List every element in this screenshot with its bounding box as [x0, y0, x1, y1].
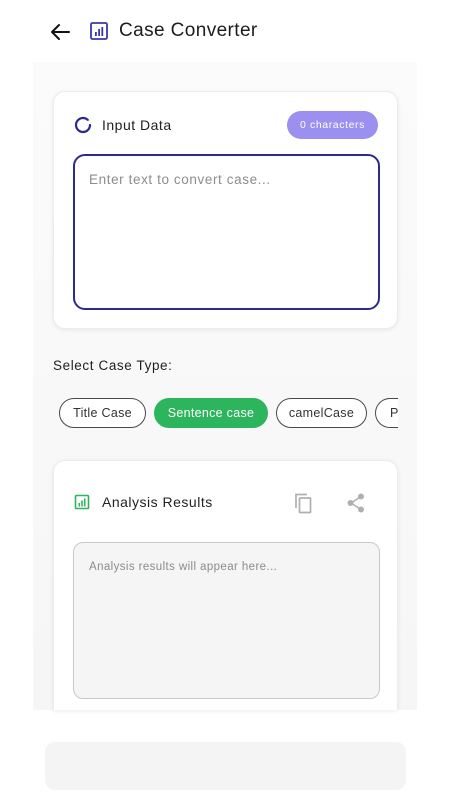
input-card-header: Input Data [74, 116, 172, 134]
chip-pascal-case[interactable]: P [375, 398, 398, 428]
top-bar: Case Converter [0, 0, 450, 62]
loading-ring-icon [74, 116, 92, 134]
app-screen: Case Converter Input Data 0 characters S… [0, 0, 450, 800]
text-input[interactable] [73, 154, 380, 310]
copy-button[interactable] [292, 491, 314, 515]
chip-camel-case[interactable]: camelCase [276, 398, 367, 428]
results-card-title: Analysis Results [102, 494, 213, 510]
page-title: Case Converter [119, 20, 258, 41]
bottom-bar [45, 742, 406, 790]
chart-icon [90, 22, 108, 40]
results-card: Analysis Results Analysis results will a… [53, 460, 398, 710]
share-icon [347, 493, 364, 513]
chip-sentence-case[interactable]: Sentence case [154, 398, 268, 428]
case-type-label: Select Case Type: [53, 358, 173, 373]
arrow-left-icon [51, 24, 70, 40]
results-card-header: Analysis Results [74, 494, 213, 510]
character-count-badge: 0 characters [287, 111, 378, 139]
chart-icon [74, 494, 90, 510]
input-card: Input Data 0 characters [53, 91, 398, 329]
analysis-output: Analysis results will appear here... [73, 542, 380, 699]
input-card-title: Input Data [102, 117, 172, 133]
share-button[interactable] [345, 491, 367, 515]
copy-icon [295, 493, 312, 514]
chip-title-case[interactable]: Title Case [59, 398, 146, 428]
back-button[interactable] [48, 20, 72, 44]
case-type-chips: Title Case Sentence case camelCase P [59, 398, 398, 430]
